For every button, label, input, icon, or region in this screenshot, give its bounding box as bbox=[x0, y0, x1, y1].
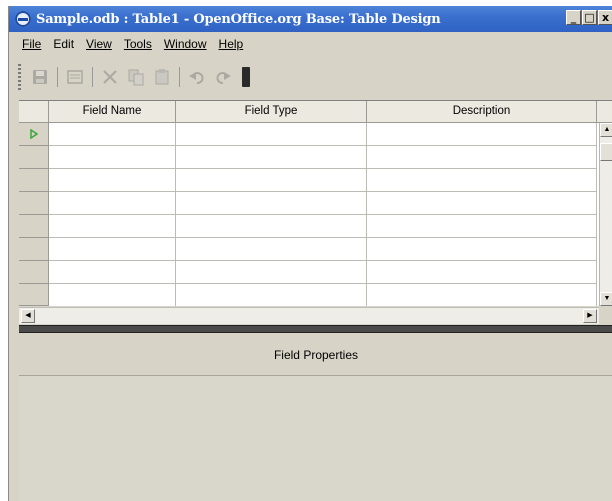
field-properties-body bbox=[19, 376, 612, 501]
row-selector[interactable] bbox=[19, 238, 49, 261]
redo-icon[interactable] bbox=[213, 67, 233, 87]
row-selector[interactable] bbox=[19, 215, 49, 238]
field-type-cell[interactable] bbox=[176, 215, 367, 237]
menu-bar: File Edit View Tools Window Help bbox=[9, 33, 612, 55]
field-name-cell[interactable] bbox=[49, 192, 176, 214]
row-selector[interactable] bbox=[19, 261, 49, 284]
header-spacer bbox=[597, 101, 612, 123]
app-window: Sample.odb : Table1 - OpenOffice.org Bas… bbox=[8, 6, 612, 501]
table-row bbox=[49, 261, 597, 284]
field-type-cell[interactable] bbox=[176, 123, 367, 145]
description-cell[interactable] bbox=[367, 238, 597, 260]
field-type-cell[interactable] bbox=[176, 284, 367, 306]
scrollbar-corner bbox=[599, 307, 612, 323]
menu-tools-label: Tools bbox=[123, 37, 152, 51]
field-type-cell[interactable] bbox=[176, 169, 367, 191]
openoffice-logo-icon bbox=[15, 11, 31, 27]
menu-window-label: Window bbox=[163, 37, 207, 51]
grid-header-row: Field Name Field Type Description bbox=[19, 101, 612, 123]
field-properties-panel: Field Properties bbox=[19, 333, 612, 501]
description-cell[interactable] bbox=[367, 146, 597, 168]
toolbar-separator bbox=[179, 67, 180, 87]
row-selector-column bbox=[19, 123, 49, 306]
menu-help[interactable]: Help bbox=[219, 37, 244, 51]
scroll-down-button[interactable]: ▼ bbox=[600, 292, 612, 306]
toolbar-separator bbox=[57, 67, 58, 87]
menu-edit-label: Edit bbox=[53, 37, 75, 51]
row-selector[interactable] bbox=[19, 169, 49, 192]
menu-view-label: View bbox=[86, 37, 112, 51]
copy-icon[interactable] bbox=[126, 67, 146, 87]
field-type-cell[interactable] bbox=[176, 261, 367, 283]
description-cell[interactable] bbox=[367, 261, 597, 283]
menu-edit[interactable]: Edit bbox=[53, 37, 74, 51]
description-cell[interactable] bbox=[367, 284, 597, 306]
table-row bbox=[49, 123, 597, 146]
field-type-cell[interactable] bbox=[176, 192, 367, 214]
row-selector-header bbox=[19, 101, 49, 123]
title-bar[interactable]: Sample.odb : Table1 - OpenOffice.org Bas… bbox=[9, 6, 612, 32]
paste-icon[interactable] bbox=[152, 67, 172, 87]
cut-icon[interactable] bbox=[100, 67, 120, 87]
pane-splitter[interactable] bbox=[19, 325, 612, 333]
field-name-cell[interactable] bbox=[49, 123, 176, 145]
field-name-cell[interactable] bbox=[49, 146, 176, 168]
field-type-cell[interactable] bbox=[176, 238, 367, 260]
vertical-scroll-thumb[interactable] bbox=[600, 143, 612, 161]
row-selector[interactable] bbox=[19, 284, 49, 306]
undo-icon[interactable] bbox=[187, 67, 207, 87]
field-name-cell[interactable] bbox=[49, 238, 176, 260]
window-controls: _ □ x bbox=[566, 10, 612, 25]
row-selector[interactable] bbox=[19, 146, 49, 169]
row-selector-active[interactable] bbox=[19, 123, 49, 146]
table-row bbox=[49, 146, 597, 169]
table-row bbox=[49, 169, 597, 192]
table-design-grid: Field Name Field Type Description ▲ ▼ bbox=[19, 100, 612, 306]
field-name-cell[interactable] bbox=[49, 169, 176, 191]
menu-file-label: File bbox=[22, 37, 42, 51]
toolbar-grip[interactable] bbox=[18, 64, 21, 90]
horizontal-scrollbar[interactable]: ◀ ▶ bbox=[19, 307, 599, 324]
scroll-left-button[interactable]: ◀ bbox=[21, 309, 35, 323]
grid-rows bbox=[49, 123, 597, 307]
scroll-up-button[interactable]: ▲ bbox=[600, 123, 612, 137]
play-icon bbox=[29, 129, 38, 139]
column-header-field-name[interactable]: Field Name bbox=[49, 101, 176, 123]
table-row bbox=[49, 238, 597, 261]
field-name-cell[interactable] bbox=[49, 215, 176, 237]
column-header-field-type[interactable]: Field Type bbox=[176, 101, 367, 123]
description-cell[interactable] bbox=[367, 169, 597, 191]
description-cell[interactable] bbox=[367, 192, 597, 214]
toolbar-separator bbox=[92, 67, 93, 87]
menu-window[interactable]: Window bbox=[164, 37, 207, 51]
scroll-right-button[interactable]: ▶ bbox=[583, 309, 597, 323]
close-button[interactable]: x bbox=[598, 10, 612, 25]
table-row bbox=[49, 284, 597, 307]
description-cell[interactable] bbox=[367, 123, 597, 145]
table-row bbox=[49, 192, 597, 215]
menu-help-label: Help bbox=[218, 37, 244, 51]
standard-toolbar bbox=[9, 58, 612, 96]
field-name-cell[interactable] bbox=[49, 284, 176, 306]
window-title: Sample.odb : Table1 - OpenOffice.org Bas… bbox=[36, 11, 441, 27]
table-row bbox=[49, 215, 597, 238]
toolbar-overflow-button[interactable] bbox=[242, 67, 250, 87]
menu-file[interactable]: File bbox=[22, 37, 41, 51]
field-name-cell[interactable] bbox=[49, 261, 176, 283]
save-icon[interactable] bbox=[30, 67, 50, 87]
menu-view[interactable]: View bbox=[86, 37, 112, 51]
row-selector[interactable] bbox=[19, 192, 49, 215]
minimize-button[interactable]: _ bbox=[566, 10, 581, 25]
maximize-button[interactable]: □ bbox=[582, 10, 597, 25]
field-type-cell[interactable] bbox=[176, 146, 367, 168]
description-cell[interactable] bbox=[367, 215, 597, 237]
edit-icon[interactable] bbox=[65, 67, 85, 87]
vertical-scrollbar[interactable]: ▲ ▼ bbox=[599, 123, 612, 306]
field-properties-title: Field Properties bbox=[19, 333, 612, 376]
menu-tools[interactable]: Tools bbox=[124, 37, 152, 51]
column-header-description[interactable]: Description bbox=[367, 101, 597, 123]
